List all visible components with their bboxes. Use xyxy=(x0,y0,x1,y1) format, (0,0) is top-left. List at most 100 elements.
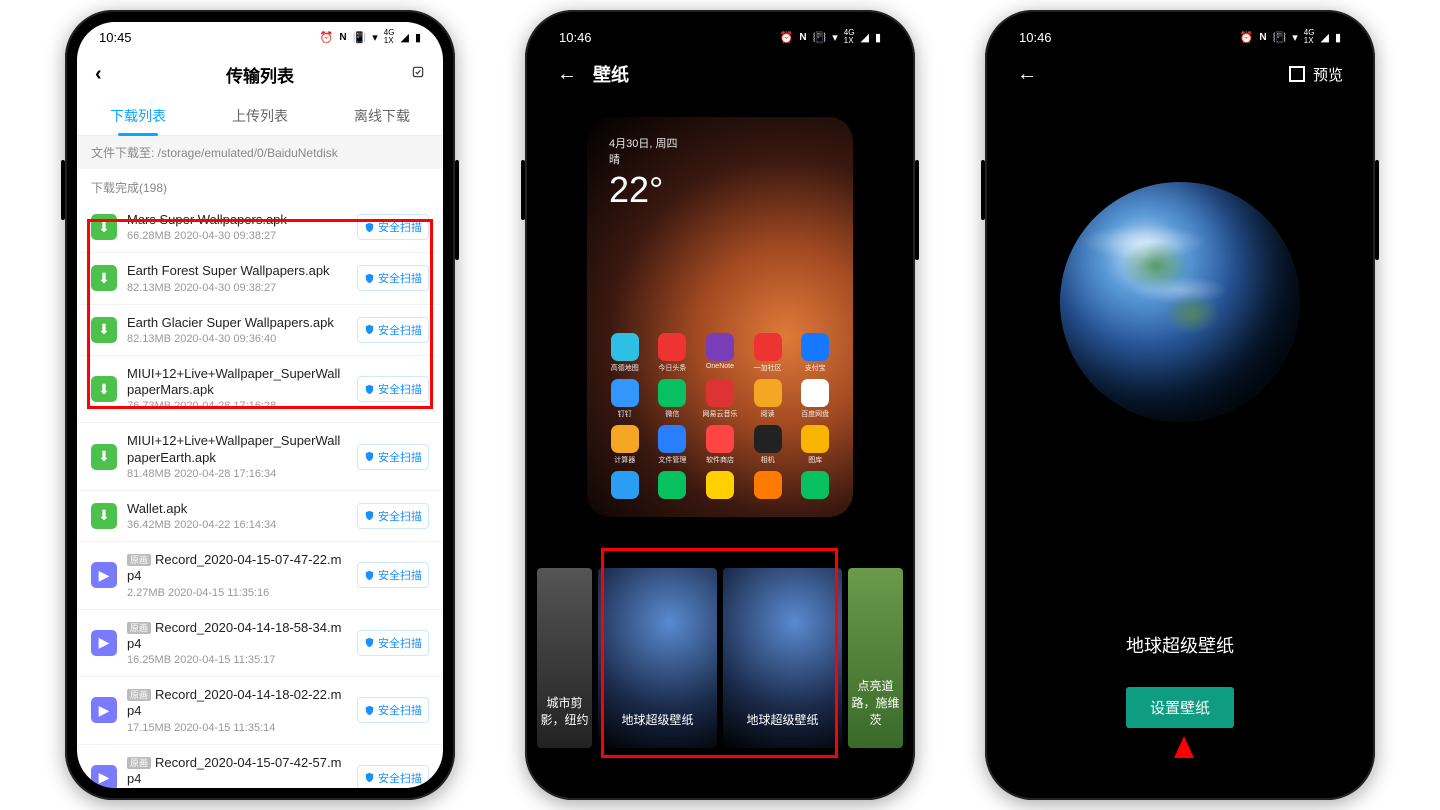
app-icon[interactable] xyxy=(698,471,742,501)
file-meta: 81.48MB 2020-04-28 17:16:34 xyxy=(127,468,347,480)
app-icon[interactable]: 支付宝 xyxy=(793,333,837,373)
quality-badge: 原画 xyxy=(127,757,151,769)
app-icon[interactable]: 图库 xyxy=(793,425,837,465)
tab-download[interactable]: 下载列表 xyxy=(110,106,166,126)
nfc-icon: N xyxy=(1259,32,1266,43)
file-type-icon: ⬇ xyxy=(91,214,117,240)
page-title: 壁纸 xyxy=(593,61,629,87)
file-meta: 2.27MB 2020-04-15 11:35:16 xyxy=(127,587,347,599)
app-icon-square xyxy=(754,379,782,407)
app-icon[interactable]: 计算器 xyxy=(603,425,647,465)
tab-upload[interactable]: 上传列表 xyxy=(232,106,288,126)
security-scan-button[interactable]: 安全扫描 xyxy=(357,562,429,588)
list-item[interactable]: ⬇ Earth Glacier Super Wallpapers.apk 82.… xyxy=(77,305,443,356)
alarm-icon: ⏰ xyxy=(780,31,794,44)
list-item[interactable]: ⬇ Wallet.apk 36.42MB 2020-04-22 16:14:34… xyxy=(77,491,443,542)
status-bar: 10:45 ⏰ N 📳 ▾ 4G1X ◢ ▮ xyxy=(77,22,443,52)
security-scan-button[interactable]: 安全扫描 xyxy=(357,503,429,529)
list-item[interactable]: ▶ 原画Record_2020-04-14-18-02-22.mp4 17.15… xyxy=(77,677,443,745)
security-scan-button[interactable]: 安全扫描 xyxy=(357,765,429,788)
app-label: 今日头条 xyxy=(658,363,686,373)
app-header: ‹ 传输列表 xyxy=(77,52,443,96)
security-scan-button[interactable]: 安全扫描 xyxy=(357,697,429,723)
set-wallpaper-button[interactable]: 设置壁纸 xyxy=(1126,687,1234,728)
app-icon-square xyxy=(801,333,829,361)
file-name: MIUI+12+Live+Wallpaper_SuperWallpaperEar… xyxy=(127,433,347,466)
list-item[interactable]: ⬇ Earth Forest Super Wallpapers.apk 82.1… xyxy=(77,253,443,304)
app-icon[interactable]: 相机 xyxy=(746,425,790,465)
download-list[interactable]: ⬇ Mars Super Wallpapers.apk 66.28MB 2020… xyxy=(77,202,443,788)
app-label: 高德地图 xyxy=(611,363,639,373)
security-scan-button[interactable]: 安全扫描 xyxy=(357,376,429,402)
app-icon[interactable]: 一加社区 xyxy=(746,333,790,373)
status-icons: ⏰ N 📳 ▾ 4G1X ◢ ▮ xyxy=(780,29,881,45)
file-name: Wallet.apk xyxy=(127,501,347,517)
tabs: 下载列表 上传列表 离线下载 xyxy=(77,96,443,136)
security-scan-button[interactable]: 安全扫描 xyxy=(357,317,429,343)
security-scan-button[interactable]: 安全扫描 xyxy=(357,265,429,291)
app-icon[interactable]: 微信 xyxy=(651,379,695,419)
app-icon[interactable] xyxy=(746,471,790,501)
list-item[interactable]: ⬇ MIUI+12+Live+Wallpaper_SuperWallpaperE… xyxy=(77,423,443,491)
back-icon[interactable]: ← xyxy=(557,63,577,86)
app-icon[interactable] xyxy=(651,471,695,501)
security-scan-button[interactable]: 安全扫描 xyxy=(357,214,429,240)
app-icon[interactable]: 百度网盘 xyxy=(793,379,837,419)
app-icon[interactable]: 软件商店 xyxy=(698,425,742,465)
weather-cond: 晴 xyxy=(609,154,620,166)
app-label: 支付宝 xyxy=(805,363,826,373)
file-meta: 76.73MB 2020-04-28 17:16:28 xyxy=(127,400,347,412)
wallpaper-thumbnails: 城市剪影，纽约 地球超级壁纸 地球超级壁纸 点亮道路，施维茨 xyxy=(537,568,903,748)
preview-toggle[interactable]: 预览 xyxy=(1289,64,1343,85)
file-info: Earth Forest Super Wallpapers.apk 82.13M… xyxy=(127,263,347,293)
signal-bars-icon: ◢ xyxy=(860,31,868,44)
app-icon[interactable]: 今日头条 xyxy=(651,333,695,373)
app-icon[interactable]: 高德地图 xyxy=(603,333,647,373)
back-icon[interactable]: ← xyxy=(1017,63,1037,86)
thumb-label: 点亮道路，施维茨 xyxy=(848,677,903,728)
quality-badge: 原画 xyxy=(127,622,151,634)
tab-offline[interactable]: 离线下载 xyxy=(354,106,410,126)
list-item[interactable]: ▶ 原画Record_2020-04-15-07-42-57.mp4 4.97M… xyxy=(77,745,443,789)
app-label: 钉钉 xyxy=(618,409,632,419)
wallpaper-thumb[interactable]: 点亮道路，施维茨 xyxy=(848,568,903,748)
wallpaper-thumb[interactable]: 地球超级壁纸 xyxy=(598,568,717,748)
app-icon[interactable]: 网易云音乐 xyxy=(698,379,742,419)
app-icon-square xyxy=(706,425,734,453)
alarm-icon: ⏰ xyxy=(320,31,334,44)
page-title: 传输列表 xyxy=(226,62,294,87)
app-icon-square xyxy=(706,333,734,361)
vibrate-icon: 📳 xyxy=(813,31,827,44)
wallpaper-thumb[interactable]: 城市剪影，纽约 xyxy=(537,568,592,748)
back-icon[interactable]: ‹ xyxy=(95,63,102,86)
signal-bars-icon: ◢ xyxy=(1320,31,1328,44)
app-icon[interactable]: OneNote xyxy=(698,333,742,373)
thumb-label: 城市剪影，纽约 xyxy=(537,694,592,728)
wallpaper-thumb[interactable]: 地球超级壁纸 xyxy=(723,568,842,748)
app-icon-square xyxy=(754,425,782,453)
file-info: MIUI+12+Live+Wallpaper_SuperWallpaperMar… xyxy=(127,366,347,413)
app-icon-square xyxy=(754,471,782,499)
vibrate-icon: 📳 xyxy=(353,31,367,44)
security-scan-button[interactable]: 安全扫描 xyxy=(357,630,429,656)
screen-2: 10:46 ⏰ N 📳 ▾ 4G1X ◢ ▮ ← 壁纸 4月30日, 周四晴 2… xyxy=(537,22,903,788)
status-time: 10:46 xyxy=(559,30,592,45)
app-icon[interactable]: 文件管理 xyxy=(651,425,695,465)
app-icon[interactable]: 阅读 xyxy=(746,379,790,419)
list-item[interactable]: ⬇ Mars Super Wallpapers.apk 66.28MB 2020… xyxy=(77,202,443,253)
status-time: 10:46 xyxy=(1019,30,1052,45)
wallpaper-preview[interactable]: 4月30日, 周四晴 22° 高德地图今日头条OneNote一加社区支付宝钉钉微… xyxy=(587,117,853,517)
file-meta: 36.42MB 2020-04-22 16:14:34 xyxy=(127,519,347,531)
list-item[interactable]: ▶ 原画Record_2020-04-14-18-58-34.mp4 16.25… xyxy=(77,610,443,678)
app-icon[interactable]: 钉钉 xyxy=(603,379,647,419)
app-icon-square xyxy=(706,471,734,499)
edit-icon[interactable] xyxy=(411,64,425,84)
app-icon[interactable] xyxy=(603,471,647,501)
list-item[interactable]: ⬇ MIUI+12+Live+Wallpaper_SuperWallpaperM… xyxy=(77,356,443,424)
file-name: Mars Super Wallpapers.apk xyxy=(127,212,347,228)
security-scan-button[interactable]: 安全扫描 xyxy=(357,444,429,470)
app-icon[interactable] xyxy=(793,471,837,501)
download-path: 文件下载至: /storage/emulated/0/BaiduNetdisk xyxy=(77,136,443,169)
app-label: 文件管理 xyxy=(658,455,686,465)
list-item[interactable]: ▶ 原画Record_2020-04-15-07-47-22.mp4 2.27M… xyxy=(77,542,443,610)
